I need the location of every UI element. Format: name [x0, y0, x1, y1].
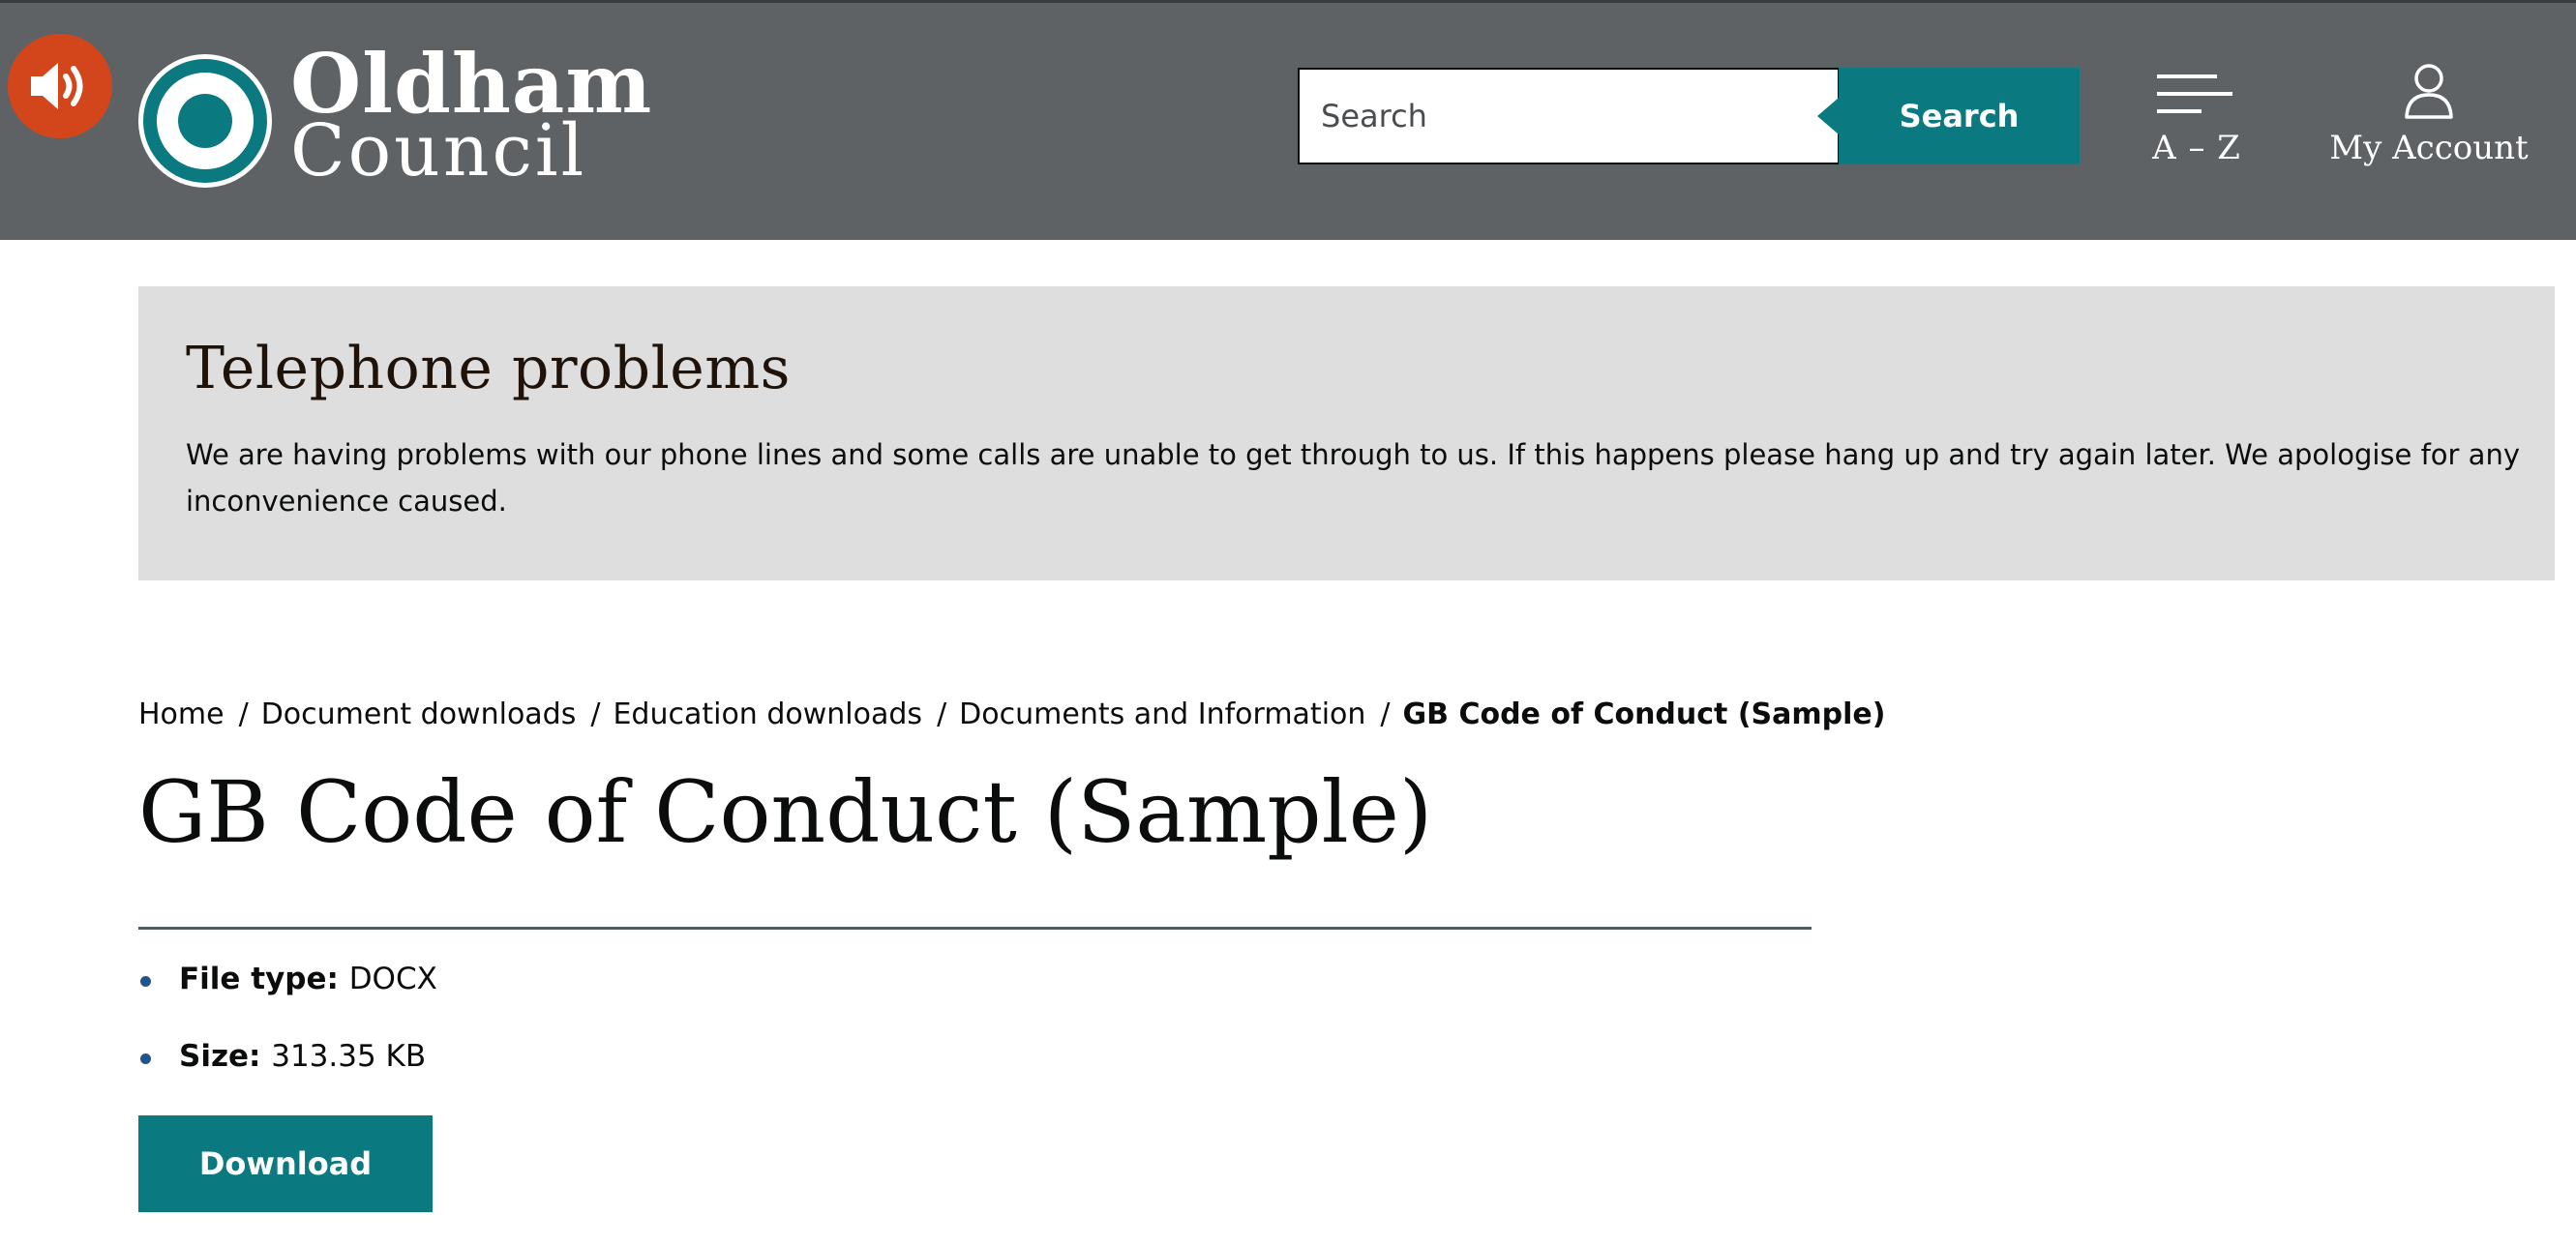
breadcrumb: Home / Document downloads / Education do… [138, 693, 1885, 735]
file-size-value: 313.35 KB [271, 1039, 427, 1074]
council-logo-mark [138, 54, 272, 188]
alert-title: Telephone problems [186, 335, 791, 402]
read-aloud-button[interactable] [8, 34, 112, 138]
download-button[interactable]: Download [138, 1115, 433, 1212]
breadcrumb-separator: / [590, 697, 601, 731]
file-size-label: Size: [179, 1039, 272, 1074]
breadcrumb-separator: / [1380, 697, 1391, 731]
bullet-icon [140, 1053, 151, 1064]
menu-lines-icon [2157, 74, 2232, 113]
file-meta-list: File type: DOCX Size: 313.35 KB [138, 958, 437, 1112]
my-account-label: My Account [2329, 129, 2529, 167]
user-icon [2405, 64, 2453, 119]
logo-text-council: Council [290, 109, 587, 193]
alert-banner: Telephone problems We are having problem… [138, 286, 2555, 580]
a-to-z-label: A – Z [2152, 129, 2241, 167]
page-title: GB Code of Conduct (Sample) [138, 762, 1433, 862]
file-type-value: DOCX [348, 962, 437, 996]
breadcrumb-separator: / [238, 697, 249, 731]
my-account-link[interactable]: My Account [2322, 61, 2535, 177]
breadcrumb-home[interactable]: Home [138, 697, 225, 731]
breadcrumb-current: GB Code of Conduct (Sample) [1402, 697, 1886, 731]
breadcrumb-separator: / [937, 697, 947, 731]
file-type-label: File type: [179, 962, 349, 996]
speaker-volume-icon [31, 63, 83, 109]
oldham-council-logo[interactable]: Oldham Council [137, 36, 660, 193]
search-arrow-decoration [1817, 98, 1839, 134]
breadcrumb-document-downloads[interactable]: Document downloads [261, 697, 577, 731]
breadcrumb-education-downloads[interactable]: Education downloads [613, 697, 922, 731]
search-input[interactable] [1298, 68, 1840, 164]
bullet-icon [140, 976, 151, 987]
search-button[interactable]: Search [1839, 68, 2080, 164]
file-size-item: Size: 313.35 KB [138, 1035, 437, 1078]
alert-text: We are having problems with our phone li… [186, 438, 2520, 518]
title-divider [138, 927, 1812, 930]
breadcrumb-documents-and-information[interactable]: Documents and Information [959, 697, 1365, 731]
file-type-item: File type: DOCX [138, 958, 437, 1000]
site-header: Oldham Council Search A – Z My Account [0, 0, 2576, 240]
a-to-z-link[interactable]: A – Z [2134, 61, 2260, 177]
